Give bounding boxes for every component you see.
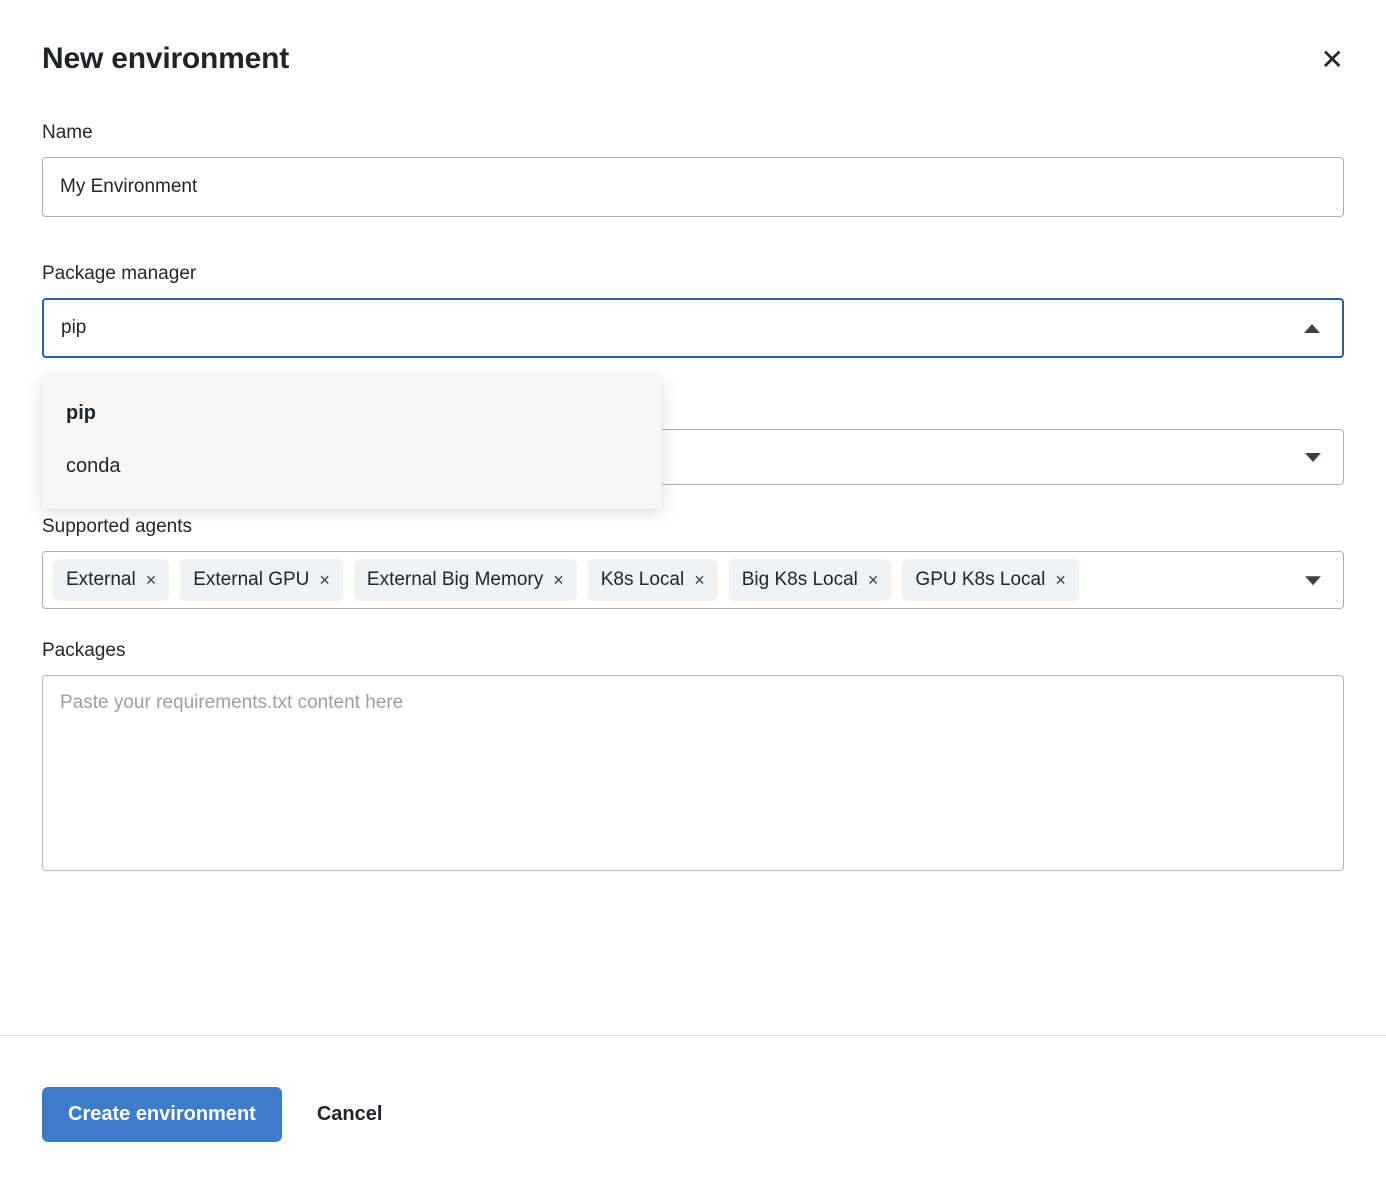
modal: New environment ✕ Name Package manager p… [0, 0, 1386, 871]
dropdown-option-pip[interactable]: pip [42, 387, 662, 440]
agent-tag: Big K8s Local × [729, 559, 892, 601]
package-manager-dropdown: pip conda [42, 375, 662, 509]
agent-tag-label: K8s Local [601, 569, 684, 591]
agent-tag: External × [53, 559, 169, 601]
name-field-label: Name [42, 122, 1344, 144]
agent-tag: External GPU × [180, 559, 343, 601]
modal-header: New environment ✕ [42, 0, 1344, 76]
chevron-up-icon [1304, 324, 1320, 333]
tag-remove-icon[interactable]: × [694, 571, 705, 589]
tag-remove-icon[interactable]: × [146, 571, 157, 589]
page-title: New environment [42, 42, 289, 76]
packages-textarea[interactable] [42, 675, 1344, 871]
agent-tag-label: External GPU [193, 569, 309, 591]
supported-agents-multiselect[interactable]: External × External GPU × External Big M… [42, 551, 1344, 609]
dropdown-option-conda[interactable]: conda [42, 440, 662, 493]
chevron-down-icon [1305, 576, 1321, 585]
close-icon[interactable]: ✕ [1315, 44, 1350, 76]
agent-tag-label: GPU K8s Local [915, 569, 1045, 591]
tag-remove-icon[interactable]: × [868, 571, 879, 589]
package-manager-selected-value: pip [61, 317, 86, 339]
agent-tag-label: Big K8s Local [742, 569, 858, 591]
tag-remove-icon[interactable]: × [553, 571, 564, 589]
create-environment-button[interactable]: Create environment [42, 1087, 282, 1142]
packages-label: Packages [42, 640, 1344, 662]
tag-remove-icon[interactable]: × [319, 571, 330, 589]
agent-tag-label: External Big Memory [367, 569, 543, 591]
cancel-button[interactable]: Cancel [311, 1102, 389, 1127]
supported-agents-label: Supported agents [42, 516, 1344, 538]
agent-tag-label: External [66, 569, 136, 591]
agent-tag: K8s Local × [588, 559, 718, 601]
package-manager-select[interactable]: pip [42, 298, 1344, 358]
agent-tag: External Big Memory × [354, 559, 577, 601]
chevron-down-icon [1305, 453, 1321, 462]
agent-tag: GPU K8s Local × [902, 559, 1078, 601]
package-manager-select-wrap: pip pip conda [42, 298, 1344, 358]
package-manager-label: Package manager [42, 263, 1344, 285]
tag-remove-icon[interactable]: × [1055, 571, 1066, 589]
modal-footer: Create environment Cancel [0, 1036, 1386, 1142]
name-input[interactable] [42, 157, 1344, 217]
